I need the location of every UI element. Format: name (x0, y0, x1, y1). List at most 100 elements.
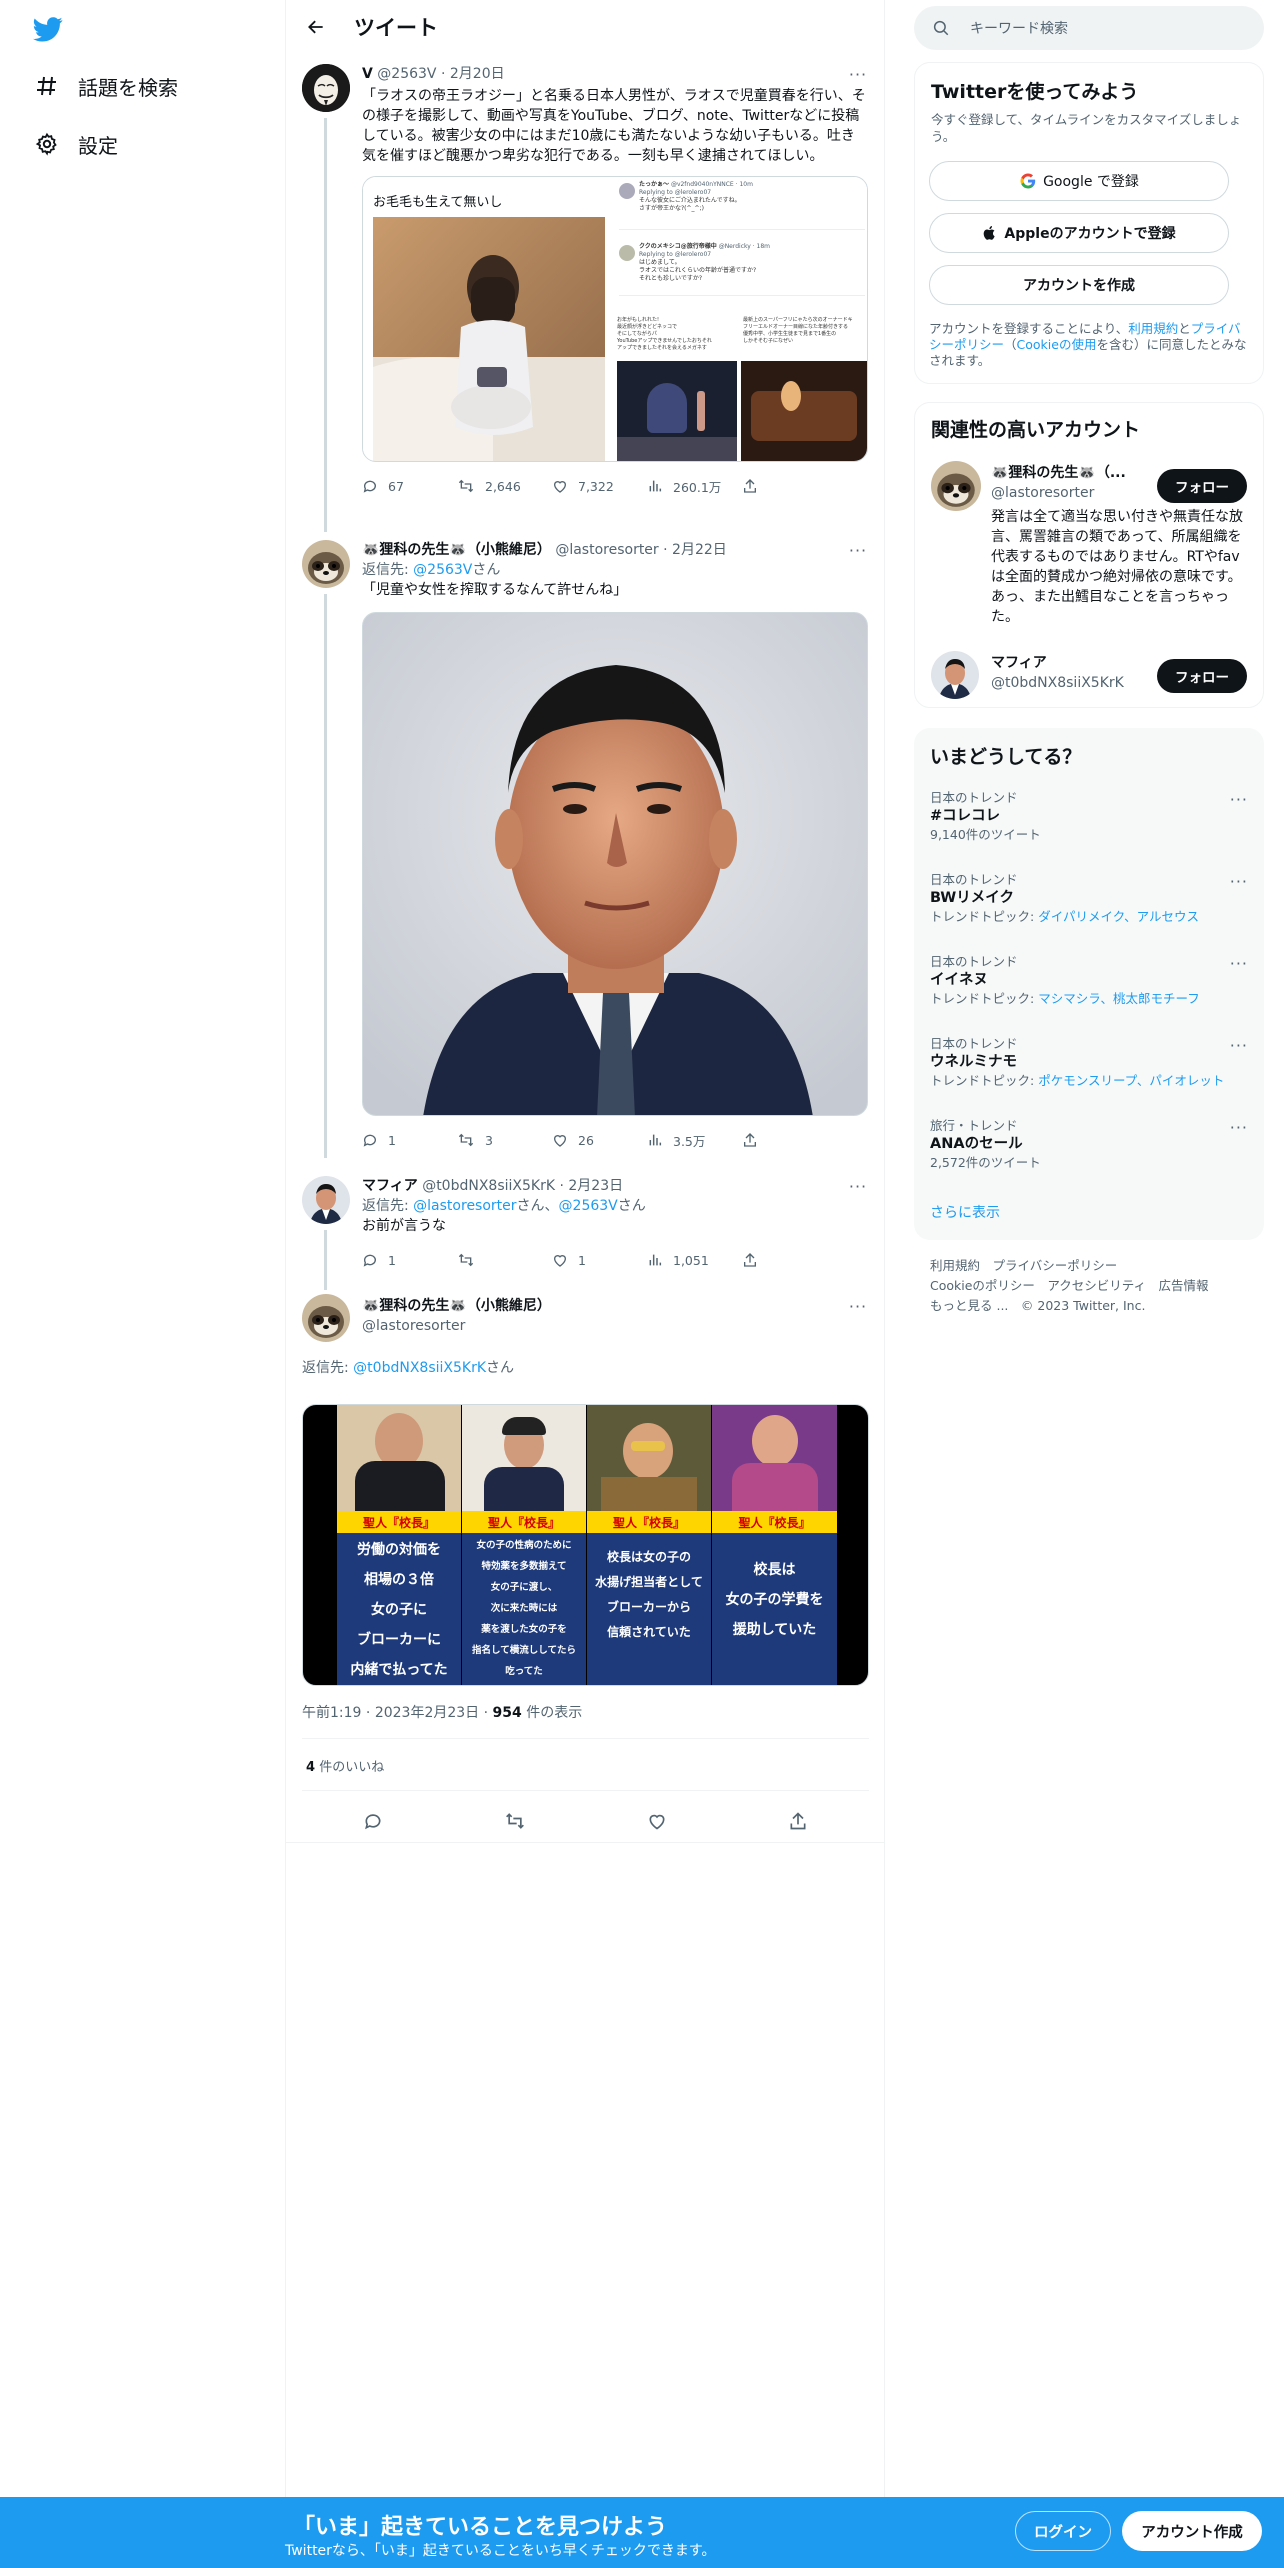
trend-item[interactable]: 日本のトレンド BWリメイク トレンドトピック: ダイパリメイク、アルセウス ·… (930, 872, 1248, 926)
tweet-date[interactable]: 2月22日 (672, 542, 727, 558)
reply-mention[interactable]: @2563V (413, 562, 472, 578)
trend-item[interactable]: 日本のトレンド #コレコレ 9,140件のツイート ··· (930, 790, 1248, 844)
embed-line: 最新上のスーパーフリにゃたら次のオーナードキ (743, 317, 853, 323)
panel-line: 校長は女の子の (606, 1550, 691, 1564)
more-icon[interactable]: ··· (1230, 1118, 1248, 1137)
tweet-date[interactable]: 2月23日 (568, 1178, 623, 1194)
trend-item[interactable]: 日本のトレンド ウネルミナモ トレンドトピック: ポケモンスリープ、パイオレット… (930, 1036, 1248, 1090)
reply-button[interactable]: 1 (362, 1132, 457, 1148)
views-count: 3.5万 (673, 1133, 706, 1149)
like-button[interactable]: 26 (552, 1132, 647, 1148)
more-icon[interactable]: ··· (848, 1296, 868, 1316)
panel-line: 女の子の学費を (725, 1592, 824, 1608)
account-name[interactable]: マフィア (991, 653, 1151, 673)
thread-tweet[interactable]: ··· V @2563V · 2月20日 「ラオスの帝王ラオジー」と名乗る日本人… (286, 60, 884, 532)
follow-button[interactable]: フォロー (1157, 659, 1247, 693)
avatar[interactable] (302, 1176, 350, 1224)
share-button[interactable] (742, 1252, 772, 1268)
account-name[interactable]: 🦝狸科の先生🦝（... (991, 463, 1151, 483)
author-name[interactable]: V (362, 66, 373, 82)
reply-icon (363, 1254, 376, 1267)
reply-mention[interactable]: @t0bdNX8siiX5KrK (353, 1360, 486, 1376)
trend-topic-links[interactable]: ポケモンスリープ、パイオレット (1038, 1073, 1224, 1088)
share-button[interactable] (742, 1132, 772, 1148)
account-handle[interactable]: @t0bdNX8siiX5KrK (991, 673, 1151, 693)
panel-line: ブローカーに (357, 1632, 441, 1648)
tweet-date[interactable]: 2月20日 (450, 66, 505, 82)
twitter-logo-icon[interactable] (30, 14, 66, 44)
footer-links[interactable]: 利用規約 プライバシーポリシー Cookieのポリシー アクセシビリティ 広告情… (930, 1256, 1250, 1316)
reply-mention[interactable]: @lastoresorter (413, 1198, 516, 1214)
panel-line: 援助していた (732, 1622, 817, 1638)
avatar[interactable] (931, 651, 979, 699)
login-button[interactable]: ログイン (1015, 2511, 1111, 2551)
views-button[interactable]: 1,051 (647, 1252, 742, 1268)
share-icon[interactable] (788, 1811, 808, 1831)
avatar (619, 183, 635, 199)
retweet-button[interactable]: 2,646 (457, 478, 552, 494)
share-icon (744, 1133, 756, 1147)
trend-topic-links[interactable]: ダイパリメイク、アルセウス (1038, 909, 1199, 924)
thread-tweet[interactable]: ··· 🦝狸科の先生🦝（小熊維尼） @lastoresorter · 2月22日… (286, 536, 884, 1158)
trend-item[interactable]: 日本のトレンド イイネヌ トレンドトピック: マシマシラ、桃太郎モチーフ ··· (930, 954, 1248, 1008)
like-button[interactable]: 1 (552, 1252, 647, 1268)
terms-link[interactable]: 利用規約 (1128, 321, 1178, 336)
retweet-button[interactable] (457, 1252, 552, 1268)
author-name[interactable]: 🦝狸科の先生🦝（小熊維尼） (362, 542, 551, 558)
search-input[interactable]: キーワード検索 (914, 6, 1264, 50)
reply-suffix: さん (486, 1360, 515, 1376)
reply-mention[interactable]: @2563V (559, 1198, 618, 1214)
author-name[interactable]: 🦝狸科の先生🦝（小熊維尼） (362, 1296, 551, 1316)
back-button[interactable] (298, 9, 334, 45)
author-handle[interactable]: @t0bdNX8siiX5KrK (422, 1178, 555, 1194)
nav-item-settings[interactable]: 設定 (34, 124, 118, 164)
legal-part: と (1178, 321, 1191, 336)
more-icon[interactable]: ··· (1230, 954, 1248, 973)
cookie-link[interactable]: Cookieの使用 (1017, 337, 1097, 352)
avatar[interactable] (931, 461, 981, 511)
panel-line: 次に来た時には (490, 1603, 558, 1614)
tweet-media[interactable] (362, 612, 868, 1116)
author-handle[interactable]: @lastoresorter (555, 542, 658, 558)
create-account-button[interactable]: アカウントを作成 (929, 265, 1229, 305)
reply-icon (363, 480, 376, 493)
account-handle[interactable]: @lastoresorter (991, 483, 1151, 503)
tweet-media[interactable]: お毛毛も生えて無いし たっかぁ〜 @v2fnd9040nYNNCE · 10m … (362, 176, 868, 462)
retweet-icon[interactable] (504, 1811, 526, 1831)
trend-item[interactable]: 旅行・トレンド ANAのセール 2,572件のツイート ··· (930, 1118, 1248, 1172)
collage-panel: 聖人『校長』 労働の対価を 相場の３倍 女の子に ブローカーに 内緒で払ってた (337, 1405, 462, 1685)
show-more-link[interactable]: さらに表示 (930, 1202, 1000, 1222)
trend-topic-links[interactable]: マシマシラ、桃太郎モチーフ (1038, 991, 1200, 1006)
author-name[interactable]: マフィア (362, 1178, 418, 1194)
signup-button[interactable]: アカウント作成 (1122, 2511, 1262, 2551)
reply-icon[interactable] (363, 1811, 383, 1831)
thread-tweet[interactable]: ··· マフィア @t0bdNX8siiX5KrK · 2月23日 返信先: @… (286, 1172, 884, 1290)
google-signup-button[interactable]: Google で登録 (929, 161, 1229, 201)
footer-line[interactable]: 利用規約 プライバシーポリシー (930, 1256, 1250, 1276)
heart-icon[interactable] (647, 1811, 667, 1831)
author-handle[interactable]: @lastoresorter (362, 1316, 551, 1336)
likes-summary[interactable]: 4 件のいいね (306, 1756, 384, 1775)
views-label: 件の表示 (526, 1705, 583, 1721)
tweet-timestamp[interactable]: 午前1:19 · 2023年2月23日 · 954 件の表示 (302, 1702, 582, 1722)
footer-line[interactable]: もっと見る ... © 2023 Twitter, Inc. (930, 1296, 1250, 1316)
more-icon[interactable]: ··· (1230, 872, 1248, 891)
avatar[interactable] (302, 1294, 350, 1342)
like-button[interactable]: 7,322 (552, 478, 647, 494)
views-button[interactable]: 260.1万 (647, 477, 742, 496)
author-handle[interactable]: @2563V (377, 66, 436, 82)
apple-signup-button[interactable]: Appleのアカウントで登録 (929, 213, 1229, 253)
tweet-media[interactable]: 聖人『校長』 労働の対価を 相場の３倍 女の子に ブローカーに 内緒で払ってた (302, 1404, 869, 1686)
retweet-button[interactable]: 3 (457, 1132, 552, 1148)
more-icon[interactable]: ··· (1230, 1036, 1248, 1055)
views-button[interactable]: 3.5万 (647, 1131, 742, 1150)
avatar[interactable] (302, 64, 350, 112)
more-icon[interactable]: ··· (1230, 790, 1248, 809)
reply-button[interactable]: 67 (362, 478, 457, 494)
footer-line[interactable]: Cookieのポリシー アクセシビリティ 広告情報 (930, 1276, 1250, 1296)
share-button[interactable] (742, 478, 772, 494)
reply-button[interactable]: 1 (362, 1252, 457, 1268)
nav-item-explore[interactable]: 話題を検索 (34, 66, 178, 106)
avatar[interactable] (302, 540, 350, 588)
follow-button[interactable]: フォロー (1157, 469, 1247, 503)
